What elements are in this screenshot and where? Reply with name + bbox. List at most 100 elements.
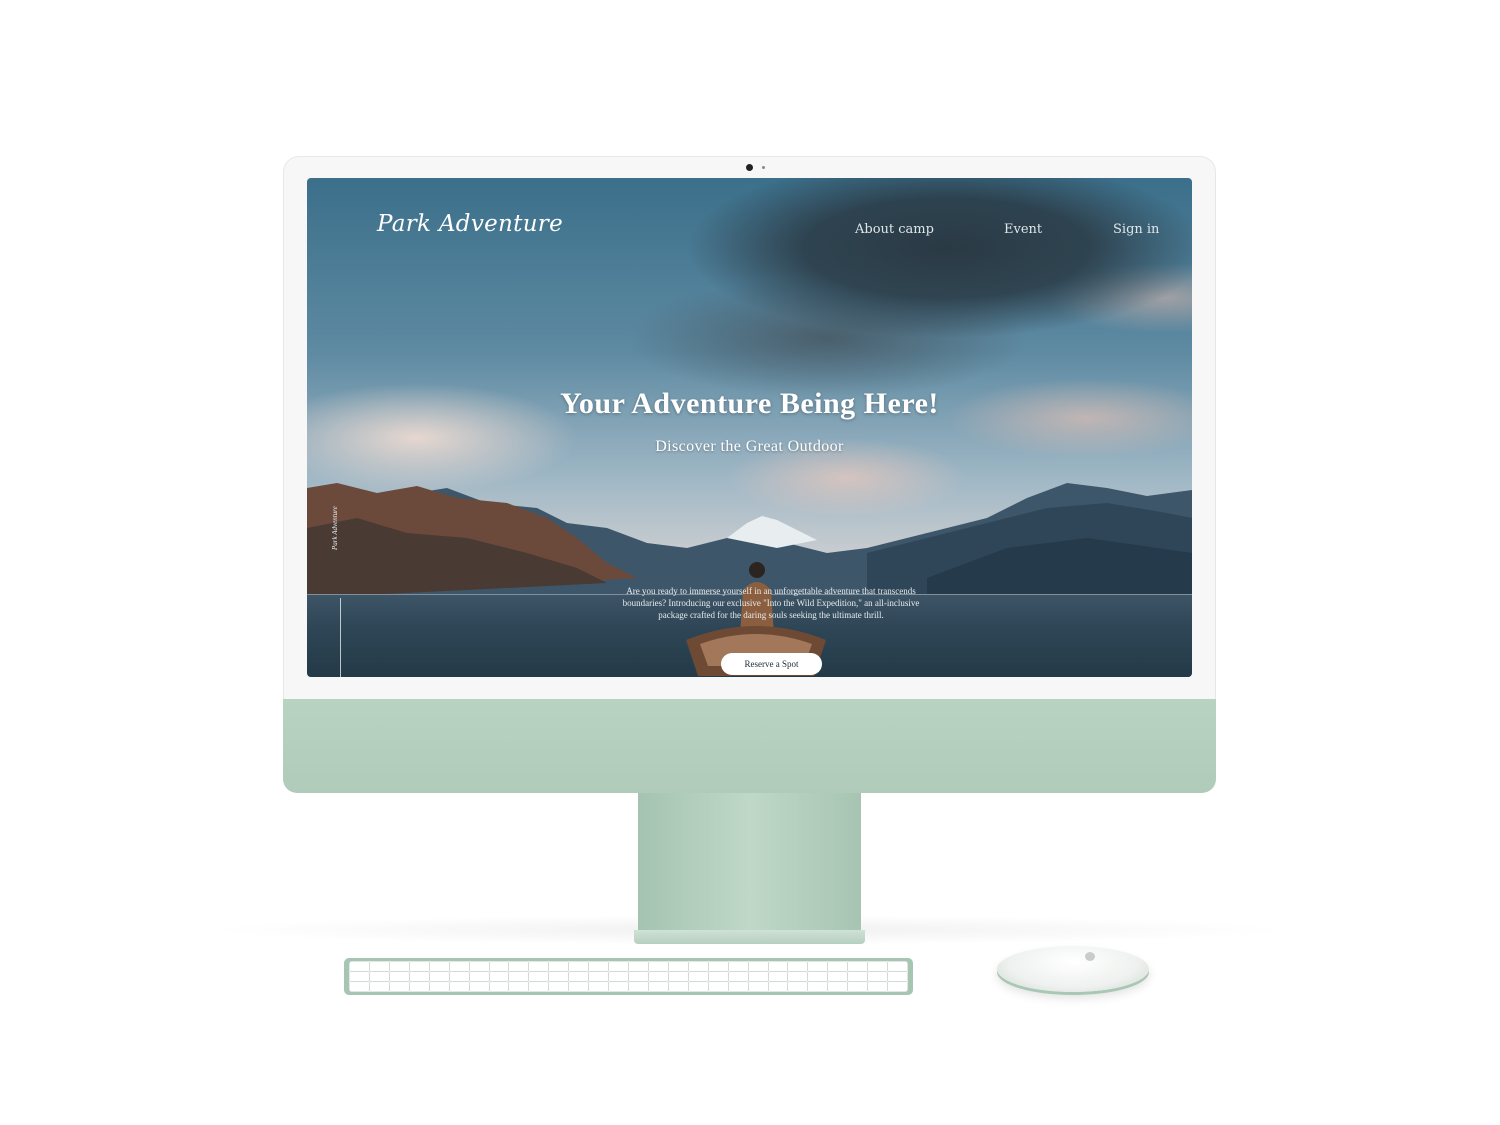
keyboard-key (350, 982, 369, 991)
keyboard-keys (349, 961, 908, 992)
keyboard-key (688, 982, 708, 991)
keyboard-key (868, 982, 888, 991)
keyboard-key (429, 982, 449, 991)
keyboard-key (768, 962, 788, 971)
keyboard-key (509, 972, 529, 981)
keyboard-key (708, 972, 728, 981)
nav-sign-in[interactable]: Sign in (1113, 222, 1159, 237)
keyboard-key (509, 962, 529, 971)
keyboard-key (668, 982, 688, 991)
keyboard-key (808, 962, 828, 971)
keyboard-key (529, 972, 549, 981)
keyboard-key (688, 962, 708, 971)
keyboard-key (768, 982, 788, 991)
device-mockup: Park Adventure About camp Event Sign in … (0, 0, 1500, 1125)
monitor-stand-foot (634, 930, 865, 944)
keyboard-key (728, 972, 748, 981)
keyboard-key (350, 972, 369, 981)
sensor-icon (762, 166, 765, 169)
nav-event[interactable]: Event (1004, 222, 1042, 237)
keyboard-key (668, 972, 688, 981)
keyboard-key (569, 972, 589, 981)
keyboard-key (768, 972, 788, 981)
keyboard-key (449, 982, 469, 991)
keyboard-key (409, 982, 429, 991)
keyboard-key (369, 982, 389, 991)
keyboard-key (489, 962, 509, 971)
keyboard-key (609, 962, 628, 971)
keyboard-key (489, 972, 509, 981)
keyboard-key (589, 982, 609, 991)
keyboard-key (609, 972, 628, 981)
keyboard-key (888, 962, 907, 971)
keyboard-key (509, 982, 529, 991)
monitor-stand (638, 793, 861, 933)
keyboard-key (469, 982, 489, 991)
keyboard-key (888, 972, 907, 981)
keyboard-key (529, 962, 549, 971)
keyboard-key (529, 982, 549, 991)
keyboard-key (748, 982, 768, 991)
keyboard-key (449, 972, 469, 981)
reserve-spot-button[interactable]: Reserve a Spot (721, 653, 822, 675)
keyboard-key (609, 982, 628, 991)
keyboard-key (429, 962, 449, 971)
hero-description: Are you ready to immerse yourself in an … (622, 586, 920, 620)
keyboard-key (748, 972, 768, 981)
keyboard-key (648, 972, 668, 981)
keyboard-key (469, 972, 489, 981)
keyboard-key (389, 972, 409, 981)
keyboard-key (549, 982, 569, 991)
keyboard-key (569, 962, 589, 971)
keyboard-key (389, 982, 409, 991)
keyboard-key (748, 962, 768, 971)
hero-subheadline: Discover the Great Outdoor (655, 438, 844, 455)
keyboard-key (708, 962, 728, 971)
vertical-divider (340, 598, 341, 677)
keyboard-key (629, 982, 648, 991)
keyboard-key (449, 962, 469, 971)
mouse (997, 946, 1149, 992)
keyboard-key (589, 972, 609, 981)
keyboard-key (629, 962, 648, 971)
keyboard-key (569, 982, 589, 991)
keyboard-key (848, 982, 868, 991)
hero-headline: Your Adventure Being Here! (560, 387, 939, 420)
website-screen: Park Adventure About camp Event Sign in … (307, 178, 1192, 677)
keyboard-key (788, 972, 808, 981)
keyboard-key (549, 972, 569, 981)
keyboard (344, 958, 913, 995)
keyboard-key (409, 962, 429, 971)
keyboard-key (489, 982, 509, 991)
site-logo[interactable]: Park Adventure (377, 211, 563, 237)
keyboard-key (648, 962, 668, 971)
apple-logo-icon (1085, 952, 1095, 961)
camera-icon (746, 164, 753, 171)
keyboard-key (589, 962, 609, 971)
keyboard-key (350, 962, 369, 971)
keyboard-key (409, 972, 429, 981)
keyboard-key (369, 962, 389, 971)
keyboard-key (828, 982, 848, 991)
keyboard-key (868, 962, 888, 971)
keyboard-key (369, 972, 389, 981)
keyboard-key (668, 962, 688, 971)
keyboard-key (469, 962, 489, 971)
keyboard-key (868, 972, 888, 981)
vertical-brand-label: Park Adventure (331, 506, 339, 550)
keyboard-key (708, 982, 728, 991)
keyboard-key (848, 972, 868, 981)
keyboard-key (549, 962, 569, 971)
keyboard-key (688, 972, 708, 981)
nav-about-camp[interactable]: About camp (855, 222, 934, 237)
keyboard-key (629, 972, 648, 981)
keyboard-key (848, 962, 868, 971)
keyboard-key (429, 972, 449, 981)
keyboard-key (808, 982, 828, 991)
keyboard-key (788, 962, 808, 971)
keyboard-key (808, 972, 828, 981)
keyboard-key (828, 972, 848, 981)
keyboard-key (648, 982, 668, 991)
keyboard-key (888, 982, 907, 991)
monitor-chin (283, 699, 1216, 793)
